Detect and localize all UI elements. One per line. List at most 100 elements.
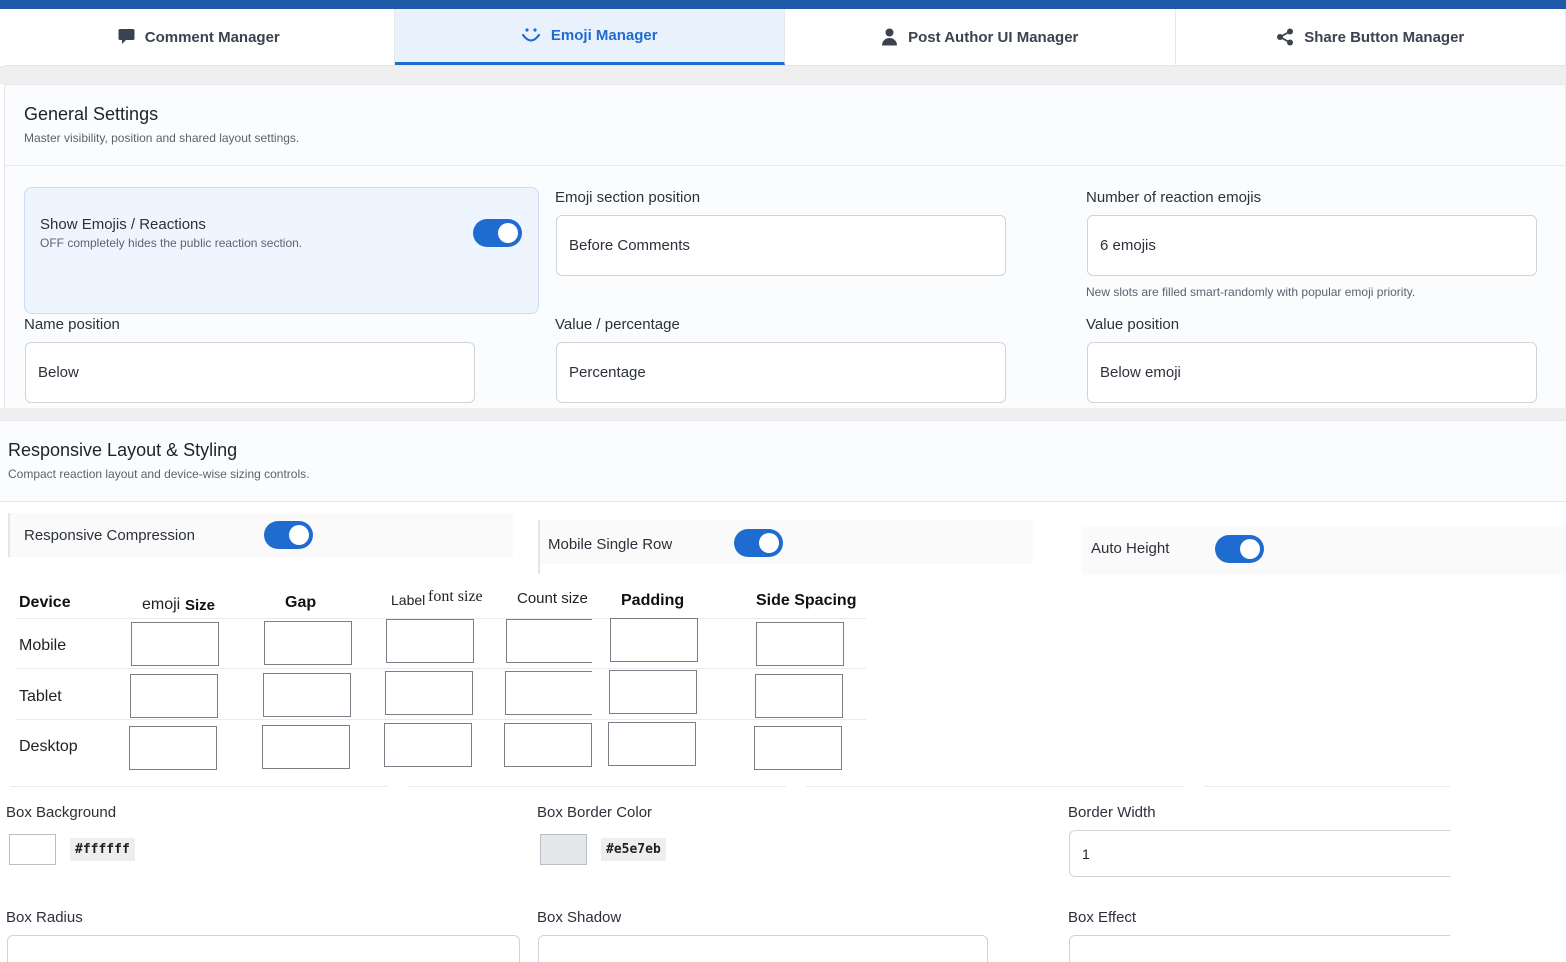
manager-tabs: Comment Manager Emoji Manager Post Autho… <box>4 9 1566 66</box>
device-mobile-label: Mobile <box>19 637 67 654</box>
side-spacing-header: Side Spacing <box>756 592 857 609</box>
value-position-label: Value position <box>1086 316 1180 333</box>
table-line <box>408 786 786 787</box>
smile-icon <box>521 27 541 45</box>
general-settings-subtitle: Master visibility, position and shared l… <box>24 131 300 145</box>
border-width-value: 1 <box>1082 845 1090 862</box>
mobile-side-spacing-input[interactable] <box>756 622 844 666</box>
emoji-count-select[interactable]: 6 emojis <box>1087 215 1537 276</box>
value-type-label: Value / percentage <box>555 316 680 333</box>
device-desktop-label: Desktop <box>19 738 78 755</box>
tablet-gap-input[interactable] <box>263 673 351 717</box>
emoji-position-label: Emoji section position <box>555 189 701 206</box>
box-effect-label: Box Effect <box>1068 909 1137 926</box>
value-type-select[interactable]: Percentage <box>556 342 1006 403</box>
value-position-select[interactable]: Below emoji <box>1087 342 1537 403</box>
auto-height-toggle[interactable] <box>1215 535 1264 563</box>
tab-label: Comment Manager <box>144 28 280 46</box>
label-font-size-header-prefix: Label <box>391 592 426 608</box>
name-position-value: Below <box>38 364 79 381</box>
mobile-emoji-size-input[interactable] <box>131 622 219 666</box>
table-line <box>16 719 866 720</box>
general-settings-title: General Settings <box>24 104 159 124</box>
table-line <box>10 786 388 787</box>
show-emojis-toggle[interactable] <box>473 219 522 247</box>
box-shadow-select[interactable] <box>538 935 988 962</box>
comment-icon <box>118 28 135 46</box>
show-emojis-help: OFF completely hides the public reaction… <box>40 236 303 250</box>
mobile-single-row-label: Mobile Single Row <box>548 536 673 553</box>
responsive-settings-header <box>0 420 1566 502</box>
emoji-count-label: Number of reaction emojis <box>1086 189 1262 206</box>
emoji-size-header: Size <box>185 597 216 614</box>
name-position-label: Name position <box>24 316 120 333</box>
tablet-side-spacing-input[interactable] <box>755 674 843 718</box>
value-position-value: Below emoji <box>1100 364 1181 381</box>
table-line <box>1204 786 1450 787</box>
mobile-gap-input[interactable] <box>264 621 352 665</box>
tab-emoji-manager[interactable]: Emoji Manager <box>394 9 785 65</box>
tab-share-button-manager[interactable]: Share Button Manager <box>1176 9 1566 65</box>
box-border-color-value: #e5e7eb <box>601 838 666 861</box>
padding-header: Padding <box>621 592 685 609</box>
table-line <box>16 668 866 669</box>
mobile-padding-input[interactable] <box>610 618 698 662</box>
emoji-position-select[interactable]: Before Comments <box>556 215 1006 276</box>
label-font-size-header: font size <box>428 588 483 605</box>
responsive-compression-toggle[interactable] <box>264 521 313 549</box>
emoji-position-value: Before Comments <box>569 237 690 254</box>
tablet-count-size-input[interactable] <box>505 671 592 715</box>
tab-label: Share Button Manager <box>1304 28 1465 46</box>
share-icon <box>1276 28 1294 46</box>
box-border-color-label: Box Border Color <box>537 804 653 821</box>
tablet-padding-input[interactable] <box>609 670 697 714</box>
device-tablet-label: Tablet <box>19 688 62 705</box>
emoji-count-value: 6 emojis <box>1100 237 1156 254</box>
row-edge <box>538 520 540 574</box>
desktop-padding-input[interactable] <box>608 722 696 766</box>
border-width-label: Border Width <box>1068 804 1156 821</box>
border-width-input[interactable]: 1 <box>1069 830 1450 877</box>
box-effect-select[interactable] <box>1069 935 1450 962</box>
tab-label: Emoji Manager <box>550 27 658 44</box>
emoji-count-help: New slots are filled smart-randomly with… <box>1086 285 1416 299</box>
tab-label: Post Author UI Manager <box>908 28 1079 46</box>
mobile-label-font-size-input[interactable] <box>386 619 474 663</box>
tablet-emoji-size-input[interactable] <box>130 674 218 718</box>
box-radius-label: Box Radius <box>6 909 83 926</box>
divider <box>4 165 1566 166</box>
emoji-size-header-prefix: emoji <box>142 596 181 613</box>
box-background-swatch[interactable] <box>9 834 56 865</box>
box-shadow-label: Box Shadow <box>537 909 622 926</box>
desktop-side-spacing-input[interactable] <box>754 726 842 770</box>
desktop-label-font-size-input[interactable] <box>384 723 472 767</box>
section-gap <box>0 66 1566 84</box>
desktop-gap-input[interactable] <box>262 725 350 769</box>
mobile-count-size-input[interactable] <box>506 619 592 663</box>
tablet-label-font-size-input[interactable] <box>385 671 473 715</box>
device-header: Device <box>19 594 71 611</box>
box-background-label: Box Background <box>6 804 117 821</box>
table-line <box>806 786 1184 787</box>
name-position-select[interactable]: Below <box>25 342 475 403</box>
count-size-header: Count size <box>517 590 588 607</box>
auto-height-label: Auto Height <box>1091 540 1170 557</box>
responsive-compression-label: Responsive Compression <box>24 527 195 544</box>
desktop-count-size-input[interactable] <box>504 723 592 767</box>
tab-comment-manager[interactable]: Comment Manager <box>4 9 395 65</box>
top-accent-bar <box>0 0 1566 9</box>
mobile-single-row-toggle[interactable] <box>734 529 783 557</box>
box-radius-input[interactable] <box>7 935 520 962</box>
value-type-value: Percentage <box>569 364 646 381</box>
show-emojis-panel <box>24 187 539 314</box>
row-edge <box>8 513 10 557</box>
tab-post-author-ui-manager[interactable]: Post Author UI Manager <box>785 9 1176 65</box>
responsive-subtitle: Compact reaction layout and device-wise … <box>8 467 310 481</box>
section-gap <box>0 408 1566 420</box>
responsive-title: Responsive Layout & Styling <box>8 440 238 460</box>
user-icon <box>881 28 898 46</box>
desktop-emoji-size-input[interactable] <box>129 726 217 770</box>
box-background-value: #ffffff <box>70 838 135 861</box>
box-border-color-swatch[interactable] <box>540 834 587 865</box>
show-emojis-label: Show Emojis / Reactions <box>40 216 206 233</box>
